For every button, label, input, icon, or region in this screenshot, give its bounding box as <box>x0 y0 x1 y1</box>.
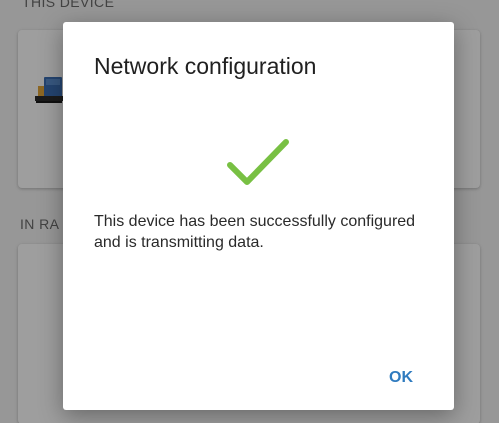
checkmark-icon <box>227 139 289 185</box>
network-configuration-dialog: Network configuration This device has be… <box>63 22 454 410</box>
dialog-title: Network configuration <box>94 53 317 79</box>
dialog-message: This device has been successfully config… <box>94 213 416 251</box>
ok-button[interactable]: OK <box>375 360 427 396</box>
